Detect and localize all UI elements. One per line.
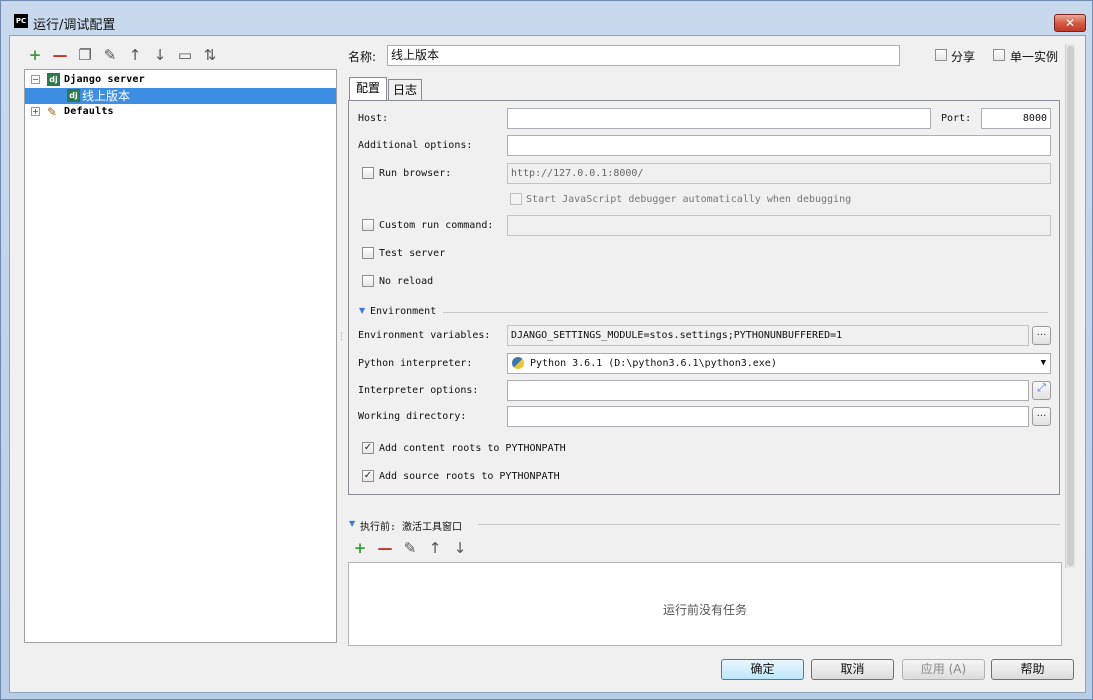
wrench-icon: ✎ [47,105,58,119]
help-button[interactable]: 帮助 [991,659,1074,680]
port-input[interactable]: 8000 [981,108,1051,129]
move-task-up-icon[interactable]: ↑ [425,538,445,558]
host-input[interactable] [507,108,931,129]
run-browser-checkbox[interactable] [362,167,374,179]
single-instance-label: 单一实例 [1010,50,1059,64]
remove-task-icon[interactable]: — [375,538,395,558]
configuration-tree[interactable]: − dj Django server dj 线上版本 + ✎ Defaults [24,69,337,643]
scrollbar-thumb[interactable] [1067,46,1074,566]
copy-icon[interactable]: ❐ [75,45,95,65]
move-down-icon[interactable]: ↓ [150,45,170,65]
test-server-checkbox[interactable] [362,247,374,259]
folder-icon[interactable]: ▭ [175,45,195,65]
django-icon: dj [47,73,60,86]
tab-logs[interactable]: 日志 [388,79,422,101]
host-label: Host: [358,113,389,124]
tree-item-defaults[interactable]: + ✎ Defaults [25,104,336,120]
python-icon [512,357,524,369]
ok-button[interactable]: 确定 [721,659,804,680]
tree-item-label: Defaults [64,106,114,117]
python-interpreter-select[interactable]: Python 3.6.1 (D:\python3.6.1\python3.exe… [507,353,1051,374]
js-debugger-label: Start JavaScript debugger automatically … [526,194,852,205]
tree-item-django-server[interactable]: − dj Django server [25,72,336,88]
config-panel [348,100,1060,495]
empty-task-text: 运行前没有任务 [662,603,747,617]
add-content-roots-checkbox[interactable]: ✓ [362,442,374,454]
share-label: 分享 [951,50,976,64]
collapse-icon[interactable]: − [31,75,40,84]
window-title: 运行/调试配置 [33,18,116,33]
move-task-down-icon[interactable]: ↓ [450,538,470,558]
add-content-roots-label: Add content roots to PYTHONPATH [379,443,566,454]
working-directory-input[interactable] [507,406,1029,427]
no-reload-checkbox[interactable] [362,275,374,287]
environment-section-title: Environment [370,306,437,317]
python-interpreter-label: Python interpreter: [358,358,473,369]
apply-button[interactable]: 应用 (A) [902,659,985,680]
wrench-icon[interactable]: ✎ [100,45,120,65]
before-launch-task-list[interactable]: 运行前没有任务 [348,562,1062,646]
js-debugger-checkbox[interactable] [510,193,522,205]
dialog-content: + — ❐ ✎ ↑ ↓ ▭ ⇅ − dj Django server dj 线上版本 + ✎ … [9,35,1086,693]
tab-config[interactable]: 配置 [349,77,387,101]
custom-run-command-input[interactable] [507,215,1051,236]
collapse-section-icon[interactable]: ▼ [359,306,365,315]
run-browser-url-input[interactable]: http://127.0.0.1:8000/ [507,163,1051,184]
close-button[interactable]: ✕ [1054,14,1086,32]
working-directory-browse-button[interactable]: ... [1032,407,1051,426]
no-reload-label: No reload [379,276,434,287]
add-source-roots-label: Add source roots to PYTHONPATH [379,471,560,482]
interpreter-options-label: Interpreter options: [358,385,479,396]
collapse-before-launch-icon[interactable]: ▼ [349,519,355,528]
pycharm-icon: PC [14,14,28,28]
additional-options-input[interactable] [507,135,1051,156]
edit-task-icon[interactable]: ✎ [400,538,420,558]
move-up-icon[interactable]: ↑ [125,45,145,65]
test-server-label: Test server [379,248,446,259]
expand-editor-icon[interactable]: ⤢ [1032,381,1051,400]
remove-icon[interactable]: — [50,45,70,65]
port-label: Port: [941,113,972,124]
tree-item-label: Django server [64,74,145,85]
interpreter-options-input[interactable] [507,380,1029,401]
section-divider [478,524,1060,525]
single-instance-checkbox[interactable] [993,49,1005,61]
env-vars-browse-button[interactable]: ... [1032,326,1051,345]
add-source-roots-checkbox[interactable]: ✓ [362,470,374,482]
working-directory-label: Working directory: [358,411,467,422]
python-interpreter-value: Python 3.6.1 (D:\python3.6.1\python3.exe… [530,358,777,369]
custom-run-command-label: Custom run command: [379,220,494,231]
dialog-window: PC 运行/调试配置 ✕ + — ❐ ✎ ↑ ↓ ▭ ⇅ − dj Django server… [0,0,1093,700]
add-task-icon[interactable]: + [350,538,370,558]
name-label: 名称: [348,50,377,64]
splitter-grip[interactable]: ⋮ [337,332,346,342]
tree-item-label: 线上版本 [82,89,131,103]
sort-icon[interactable]: ⇅ [200,45,220,65]
expand-icon[interactable]: + [31,107,40,116]
run-browser-label: Run browser: [379,168,452,179]
dropdown-arrow-icon: ▼ [1040,358,1046,368]
before-launch-title: 执行前: 激活工具窗口 [360,522,463,533]
add-icon[interactable]: + [25,45,45,65]
env-vars-input[interactable]: DJANGO_SETTINGS_MODULE=stos.settings;PYT… [507,325,1029,346]
tree-item-selected-config[interactable]: dj 线上版本 [25,88,336,104]
custom-run-command-checkbox[interactable] [362,219,374,231]
section-divider [443,312,1048,313]
title-bar[interactable]: PC 运行/调试配置 ✕ [1,1,1092,35]
name-input[interactable]: 线上版本 [387,45,900,66]
scrollbar[interactable] [1065,44,1075,568]
additional-options-label: Additional options: [358,140,473,151]
cancel-button[interactable]: 取消 [811,659,894,680]
share-checkbox[interactable] [935,49,947,61]
env-vars-label: Environment variables: [358,330,491,341]
django-icon: dj [67,89,80,102]
